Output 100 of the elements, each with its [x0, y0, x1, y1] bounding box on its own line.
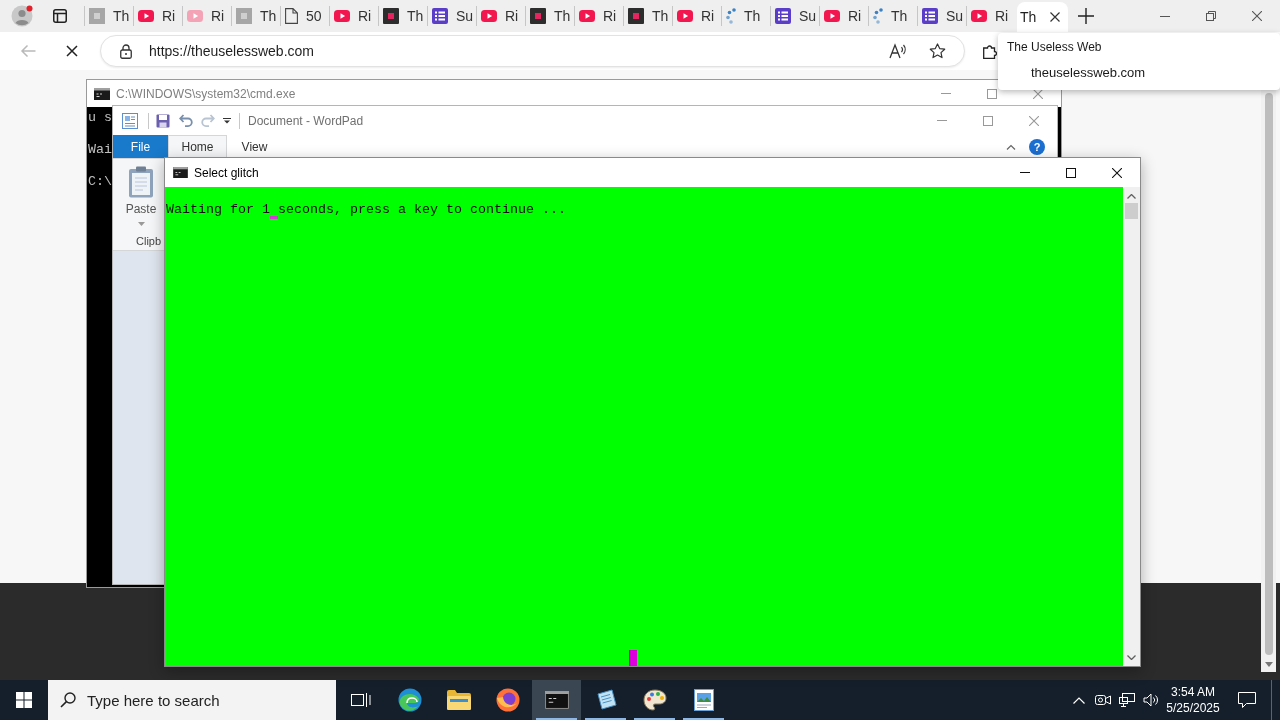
search-field[interactable]: Type here to search [48, 680, 336, 720]
play-icon [824, 10, 840, 22]
console-text: Waiting for 1 seconds, press a key to continue ... [166, 203, 566, 216]
palette-icon [642, 689, 667, 711]
scroll-up-icon[interactable] [1127, 194, 1136, 199]
group-label: Clipb [136, 234, 162, 249]
scroll-down-icon[interactable] [1264, 662, 1273, 667]
maximize-icon [983, 115, 993, 126]
dots-arc-icon [726, 8, 736, 24]
terminal-icon [544, 691, 569, 709]
undo-icon [179, 114, 193, 127]
minimize-icon [937, 120, 947, 121]
terminal-icon [173, 167, 188, 178]
star-icon[interactable] [929, 43, 946, 59]
browser-tab[interactable]: Th [379, 0, 427, 32]
caret-icon [137, 222, 145, 226]
terminal-icon [94, 87, 110, 100]
picture-document-icon [693, 689, 714, 711]
play-icon [971, 10, 987, 22]
window-title: C:\WINDOWS\system32\cmd.exe [116, 85, 296, 103]
collapse-ribbon-icon[interactable] [1006, 143, 1016, 150]
scroll-down-icon[interactable] [1127, 655, 1136, 660]
browser-tab[interactable]: Th [1017, 2, 1068, 32]
maximize-icon [1066, 167, 1076, 178]
square-tile-icon [383, 8, 399, 24]
avatar-icon [11, 5, 33, 27]
lock-icon [120, 43, 132, 59]
browser-tab[interactable]: Ri [820, 0, 868, 32]
minimize-icon [1020, 172, 1030, 173]
tab-actions-button[interactable] [51, 7, 69, 25]
document-icon [285, 8, 298, 24]
save-button[interactable] [155, 112, 171, 129]
browser-tab[interactable]: 50 [281, 0, 329, 32]
list-icon [432, 8, 448, 24]
maximize-icon [987, 88, 997, 99]
ribbon-tab[interactable]: View [227, 135, 282, 158]
browser-tab[interactable]: Ri [183, 0, 231, 32]
globe-logo-icon [495, 688, 520, 712]
browser-tab[interactable]: Ri [330, 0, 378, 32]
tab-close-icon[interactable] [1050, 12, 1060, 22]
console-text: u s [88, 110, 112, 126]
ribbon-tab[interactable]: File [113, 135, 168, 158]
browser-tab[interactable]: Ri [477, 0, 525, 32]
help-button[interactable]: ? [1029, 138, 1045, 155]
read-aloud-icon[interactable] [889, 43, 906, 59]
window-title: Document - WordPad [248, 112, 364, 130]
cursor-block-icon [629, 650, 637, 666]
clock-time[interactable]: 3:54 AM [1171, 684, 1215, 700]
puzzle-icon[interactable] [983, 43, 997, 59]
browser-tab[interactable]: Ri [575, 0, 623, 32]
close-icon [1029, 115, 1039, 126]
address-field[interactable]: https://theuselessweb.com [100, 35, 965, 67]
profile-button[interactable] [11, 5, 33, 27]
notification-icon [1238, 692, 1256, 708]
page-tile-icon [236, 8, 252, 24]
browser-tab[interactable]: Th [526, 0, 574, 32]
close-icon [1252, 11, 1262, 21]
ribbon-tab[interactable]: Home [168, 135, 227, 158]
windows-logo-icon [16, 692, 32, 708]
chevron-up-icon [1073, 696, 1085, 704]
paste-button[interactable]: Paste [121, 163, 161, 226]
tooltip-title: The Useless Web [1006, 39, 1102, 55]
restore-icon [1206, 11, 1216, 21]
square-tile-icon [530, 8, 546, 24]
play-icon [334, 10, 350, 22]
browser-tab[interactable]: Th [232, 0, 280, 32]
taskbar-app-button[interactable] [532, 680, 581, 720]
folder-icon [446, 690, 471, 710]
scrollbar-thumb[interactable] [1125, 203, 1138, 219]
close-icon [1112, 167, 1122, 178]
undo-button[interactable] [178, 112, 194, 129]
browser-tab[interactable]: Su [428, 0, 476, 32]
browser-tab[interactable]: Ri [967, 0, 1015, 32]
clock-date[interactable]: 5/25/2025 [1166, 700, 1220, 716]
redo-icon [201, 114, 215, 127]
speaker-icon [1143, 693, 1159, 707]
search-icon [60, 692, 76, 708]
browser-tab[interactable]: Th [722, 0, 770, 32]
browser-tab[interactable]: Th [85, 0, 133, 32]
browser-tab[interactable]: Th [869, 0, 917, 32]
tooltip-domain: theuselessweb.com [1031, 64, 1146, 81]
browser-tab[interactable]: Su [771, 0, 819, 32]
minimize-icon [1160, 15, 1170, 17]
browser-tab[interactable]: Ri [134, 0, 182, 32]
scrollbar-thumb[interactable] [1264, 93, 1273, 655]
browser-tab[interactable]: Su [918, 0, 966, 32]
close-icon [1033, 88, 1043, 99]
play-icon [579, 10, 595, 22]
browser-tab[interactable]: Th [624, 0, 672, 32]
play-icon [187, 10, 203, 22]
dots-arc-icon [873, 8, 883, 24]
minimize-icon [941, 93, 951, 94]
tab-actions-icon [53, 9, 67, 23]
browser-tab[interactable]: Ri [673, 0, 721, 32]
console-text: C:\ [88, 174, 112, 190]
stop-icon [66, 45, 78, 57]
caret-icon [223, 117, 231, 124]
text-cursor-icon [270, 216, 278, 219]
play-icon [677, 10, 693, 22]
list-icon [922, 8, 938, 24]
